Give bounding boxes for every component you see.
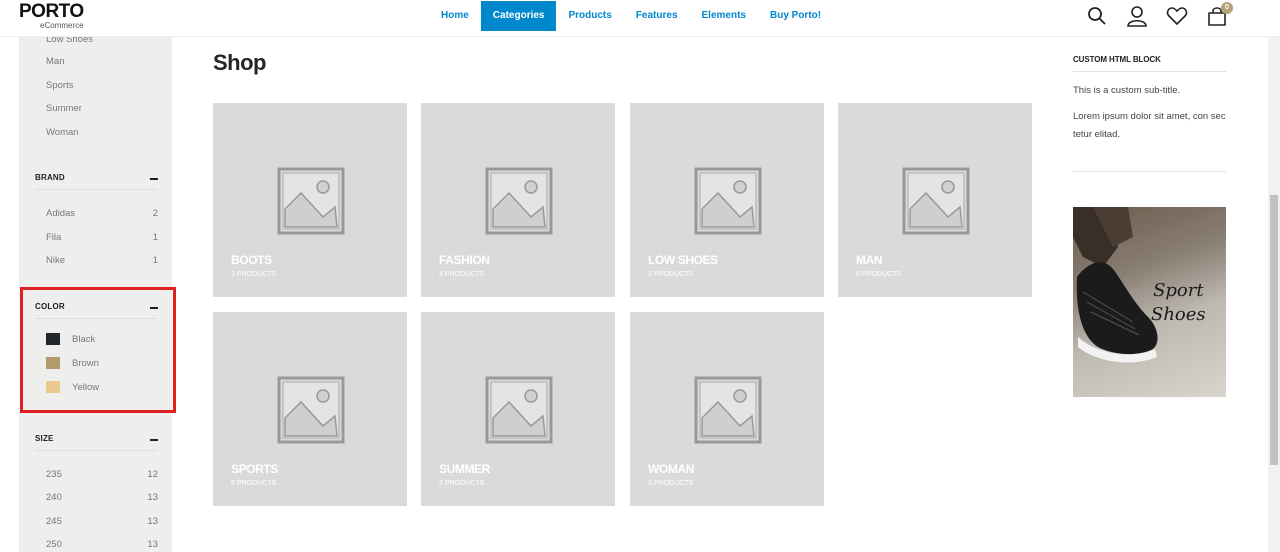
brand-count: 2: [152, 208, 158, 219]
logo-text: PORTO: [19, 1, 84, 22]
user-icon[interactable]: [1126, 5, 1148, 27]
category-woman[interactable]: Woman: [46, 125, 93, 149]
size-item-250[interactable]: 250 13: [46, 539, 158, 550]
brand-name: Nike: [46, 255, 66, 266]
page-title: Shop: [213, 50, 267, 75]
category-name: BOOTS: [231, 253, 272, 267]
color-filter-highlight: [20, 287, 176, 413]
cart-icon[interactable]: 0: [1206, 2, 1233, 27]
page-scrollbar[interactable]: [1268, 37, 1280, 552]
nav-home[interactable]: Home: [429, 1, 481, 31]
logo-subtitle: eCommerce: [40, 21, 84, 30]
category-name: MAN: [856, 253, 883, 267]
category-tile-low-shoes[interactable]: LOW SHOES 2 PRODUCTS: [630, 103, 824, 297]
image-placeholder-icon: [902, 167, 970, 235]
category-name: WOMAN: [648, 462, 694, 476]
image-placeholder-icon: [694, 376, 762, 444]
image-placeholder-icon: [485, 376, 553, 444]
size-count: 12: [147, 469, 158, 480]
category-name: LOW SHOES: [648, 253, 718, 267]
divider: [1073, 71, 1226, 72]
cart-count-badge: 0: [1221, 2, 1233, 14]
size-count: 13: [147, 539, 158, 550]
size-title[interactable]: SIZE: [35, 434, 54, 443]
nav-categories[interactable]: Categories: [480, 1, 557, 31]
main-nav: Home Categories Products Features Elemen…: [429, 1, 833, 31]
divider: [1073, 171, 1226, 172]
category-tile-woman[interactable]: WOMAN 3 PRODUCTS: [630, 312, 824, 506]
brand-item-nike[interactable]: Nike 1: [46, 255, 158, 266]
custom-block-subtitle: This is a custom sub-title.: [1073, 85, 1181, 96]
category-count: 2 PRODUCTS: [648, 271, 694, 278]
category-name: SUMMER: [439, 462, 490, 476]
heart-icon[interactable]: [1166, 5, 1188, 27]
category-count: 4 PRODUCTS: [439, 271, 485, 278]
promo-line-2: Shoes: [1151, 304, 1206, 325]
size-count: 13: [147, 516, 158, 527]
brand-count: 1: [152, 232, 158, 243]
category-tile-boots[interactable]: BOOTS 2 PRODUCTS: [213, 103, 407, 297]
divider: [35, 450, 157, 451]
brand-name: Fila: [46, 232, 62, 243]
size-name: 235: [46, 469, 62, 480]
category-count: 2 PRODUCTS: [231, 271, 277, 278]
size-name: 240: [46, 492, 62, 503]
size-name: 245: [46, 516, 62, 527]
image-placeholder-icon: [694, 167, 762, 235]
promo-line-1: Sport: [1153, 280, 1204, 301]
category-list: Low Shoes Man Sports Summer Woman: [46, 32, 93, 148]
image-placeholder-icon: [277, 376, 345, 444]
site-header: PORTO eCommerce Home Categories Products…: [0, 0, 1280, 37]
custom-block-text: Lorem ipsum dolor sit amet, con sec tetu…: [1073, 111, 1226, 140]
category-count: 3 PRODUCTS: [648, 480, 694, 487]
brand-collapse-icon[interactable]: [150, 178, 158, 180]
nav-products[interactable]: Products: [556, 1, 623, 31]
sport-shoes-banner[interactable]: Sport Shoes: [1073, 207, 1226, 397]
custom-block-title: CUSTOM HTML BLOCK: [1073, 55, 1161, 64]
category-tile-man[interactable]: MAN 6 PRODUCTS: [838, 103, 1032, 297]
search-icon[interactable]: [1086, 5, 1108, 27]
nav-buy-porto[interactable]: Buy Porto!: [758, 1, 833, 31]
brand-name: Adidas: [46, 208, 76, 219]
nav-features[interactable]: Features: [624, 1, 690, 31]
category-count: 2 PRODUCTS: [439, 480, 485, 487]
category-sports[interactable]: Sports: [46, 78, 93, 102]
brand-item-fila[interactable]: Fila 1: [46, 232, 158, 243]
image-placeholder-icon: [485, 167, 553, 235]
scrollbar-thumb[interactable]: [1270, 195, 1278, 465]
header-icons: 0: [1086, 2, 1233, 27]
category-count: 6 PRODUCTS: [856, 271, 902, 278]
category-name: FASHION: [439, 253, 490, 267]
logo[interactable]: PORTO eCommerce: [19, 1, 84, 31]
category-tile-fashion[interactable]: FASHION 4 PRODUCTS: [421, 103, 615, 297]
image-placeholder-icon: [277, 167, 345, 235]
category-summer[interactable]: Summer: [46, 101, 93, 125]
category-tile-sports[interactable]: SPORTS 6 PRODUCTS: [213, 312, 407, 506]
brand-title[interactable]: BRAND: [35, 173, 65, 182]
category-tile-summer[interactable]: SUMMER 2 PRODUCTS: [421, 312, 615, 506]
size-collapse-icon[interactable]: [150, 439, 158, 441]
size-name: 250: [46, 539, 62, 550]
category-man[interactable]: Man: [46, 54, 93, 78]
size-item-245[interactable]: 245 13: [46, 516, 158, 527]
nav-elements[interactable]: Elements: [690, 1, 758, 31]
size-count: 13: [147, 492, 158, 503]
divider: [35, 189, 157, 190]
brand-count: 1: [152, 255, 158, 266]
category-count: 6 PRODUCTS: [231, 480, 277, 487]
size-item-235[interactable]: 235 12: [46, 469, 158, 480]
category-name: SPORTS: [231, 462, 278, 476]
size-item-240[interactable]: 240 13: [46, 492, 158, 503]
brand-item-adidas[interactable]: Adidas 2: [46, 208, 158, 219]
promo-text: Sport Shoes: [1151, 279, 1206, 327]
